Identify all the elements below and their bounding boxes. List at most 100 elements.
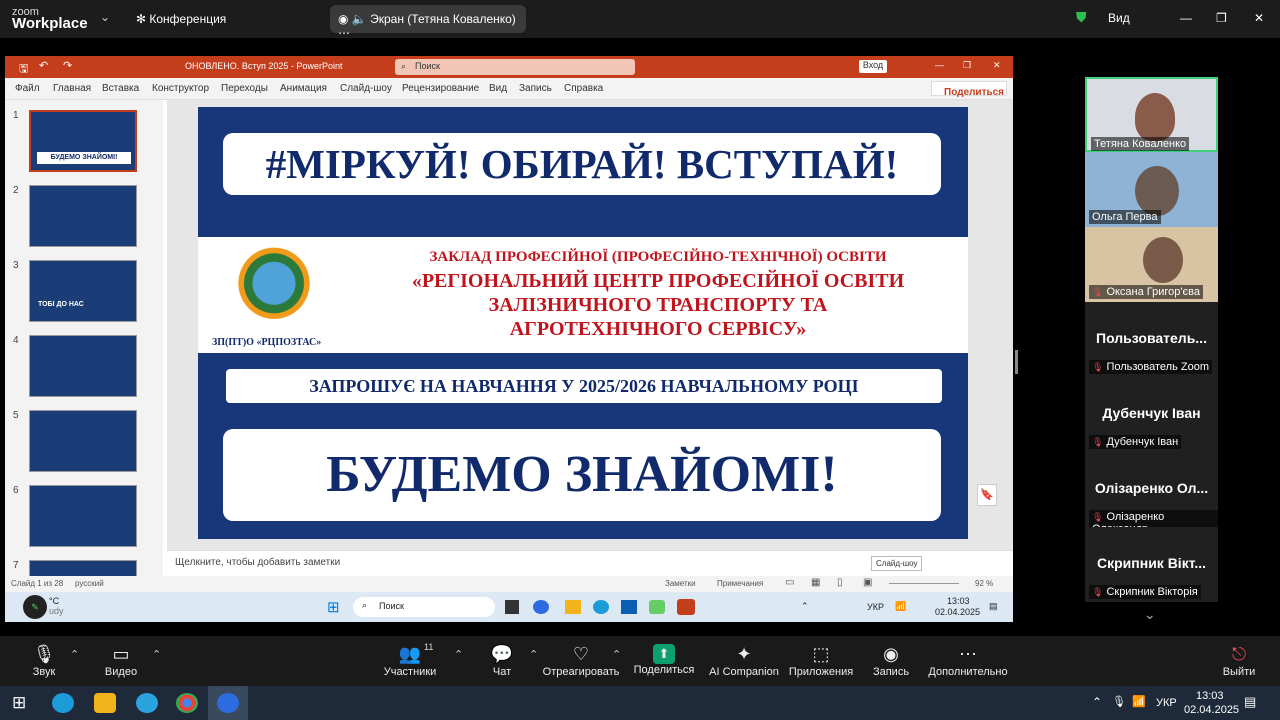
slide-thumbnail[interactable]: БУДЕМО ЗНАЙОМІ!: [29, 110, 137, 172]
chevron-down-icon[interactable]: ⌄: [100, 10, 110, 24]
ribbon-tab[interactable]: Файл: [15, 83, 40, 94]
institution-logo: [226, 241, 322, 335]
chevron-up-icon[interactable]: ⌃: [454, 648, 463, 661]
notes-toggle[interactable]: Заметки: [665, 579, 696, 588]
slide-thumbnail[interactable]: [29, 410, 137, 472]
ribbon-tab[interactable]: Слайд-шоу: [340, 83, 392, 94]
chevron-up-icon[interactable]: ⌃: [801, 601, 809, 612]
folder-icon[interactable]: [565, 600, 581, 614]
screen-share-indicator[interactable]: ◉ 🔈 Экран (Тетяна Коваленко) ⋯: [330, 5, 526, 40]
windows-icon[interactable]: ⊞: [327, 598, 340, 616]
chevron-up-icon[interactable]: ⌃: [152, 648, 161, 661]
app-icon[interactable]: [505, 600, 519, 614]
view-button[interactable]: Вид: [1108, 11, 1130, 25]
slide-number: 4: [13, 335, 19, 346]
chevron-up-icon[interactable]: ⌃: [529, 648, 538, 661]
sorter-view-icon[interactable]: ▦: [811, 577, 820, 588]
participant-tile[interactable]: Дубенчук Іван 🎙 Дубенчук Іван: [1085, 377, 1218, 452]
minimize-icon[interactable]: —: [1180, 11, 1192, 25]
institution-abbr: ЗП(ПТ)О «РЦПОЗТАС»: [212, 337, 322, 348]
more-button[interactable]: ⋯ Дополнительно: [923, 644, 1013, 678]
splitter-handle[interactable]: [1015, 350, 1018, 374]
tooltip: Слайд-шоу: [871, 556, 923, 571]
notification-icon[interactable]: ▤: [989, 601, 998, 612]
participant-title: Олізаренко Ол...: [1094, 480, 1209, 496]
normal-view-icon[interactable]: ▭: [785, 577, 794, 588]
signin-button[interactable]: Вход: [859, 60, 887, 73]
comments-toggle[interactable]: Примечания: [717, 579, 763, 588]
slide-thumbnail[interactable]: [29, 335, 137, 397]
reading-view-icon[interactable]: ▯: [837, 577, 843, 588]
chrome-icon[interactable]: [176, 693, 198, 713]
close-icon[interactable]: ✕: [993, 60, 1001, 71]
chevron-up-icon[interactable]: ⌃: [612, 648, 621, 661]
thumbnail-text: БУДЕМО ЗНАЙОМІ!: [37, 152, 131, 164]
slide-thumbnail[interactable]: [29, 185, 137, 247]
undo-icon[interactable]: ↶: [39, 59, 48, 72]
ribbon-tab[interactable]: Вставка: [102, 83, 139, 94]
close-icon[interactable]: ✕: [1254, 11, 1264, 25]
participant-name: 🎙 Оксана Григор'єва: [1089, 285, 1203, 299]
participant-tile[interactable]: Скрипник Вікт... 🎙 Скрипник Вікторія: [1085, 527, 1218, 602]
ribbon-tab[interactable]: Запись: [519, 83, 552, 94]
maximize-icon[interactable]: ❐: [963, 60, 971, 71]
save-icon[interactable]: 🖫: [19, 60, 28, 79]
participants-button[interactable]: 👥 Участники: [365, 644, 455, 678]
institution-line-4: АГРОТЕХНІЧНОГО СЕРВІСУ»: [509, 318, 807, 340]
folder-icon[interactable]: [94, 693, 116, 713]
more-icon[interactable]: ⋯: [338, 26, 350, 40]
leave-button[interactable]: ⎋ Выйти: [1194, 644, 1280, 678]
slide-thumbnail[interactable]: ТОБІ ДО НАС: [29, 260, 137, 322]
participant-video-3[interactable]: 🎙 Оксана Григор'єва: [1085, 227, 1218, 302]
muted-mic-icon: 🎙: [1092, 437, 1104, 447]
share-button[interactable]: ⬆ Поделиться: [619, 644, 709, 676]
chevron-up-icon[interactable]: ⌃: [70, 648, 79, 661]
edge-icon[interactable]: [593, 600, 609, 614]
participant-name: 🎙 Скрипник Вікторія: [1089, 585, 1201, 599]
zoom-logo: zoom Workplace: [12, 6, 88, 32]
slideshow-icon[interactable]: ▣: [863, 577, 872, 588]
ribbon-tab[interactable]: Справка: [564, 83, 603, 94]
muted-mic-icon: 🎙: [1092, 362, 1104, 372]
redo-icon[interactable]: ↷: [63, 59, 72, 72]
ribbon-tab[interactable]: Конструктор: [152, 83, 209, 94]
participant-tile[interactable]: Пользователь... 🎙 Пользователь Zoom: [1085, 302, 1218, 377]
zoom-slider[interactable]: [889, 583, 959, 584]
ribbon-tab[interactable]: Анимация: [280, 83, 327, 94]
chevron-up-icon[interactable]: ⌃: [1092, 695, 1102, 709]
pen-icon[interactable]: ✎: [23, 595, 47, 619]
share-button[interactable]: Поделиться: [931, 81, 1007, 98]
slide-thumbnails: 1 БУДЕМО ЗНАЙОМІ! 2 3 ТОБІ ДО НАС 4 5 6 7: [5, 100, 163, 622]
avatar: [1135, 166, 1179, 216]
bookmark-icon[interactable]: 🔖: [977, 484, 997, 506]
ribbon-tab[interactable]: Главная: [53, 83, 91, 94]
zoom-app-icon[interactable]: [533, 600, 549, 614]
slide-thumbnail[interactable]: [29, 485, 137, 547]
windows-icon[interactable]: ⊞: [12, 693, 26, 713]
search-box[interactable]: ⌕ Поиск: [395, 59, 635, 75]
ribbon-tab[interactable]: Рецензирование: [402, 83, 479, 94]
paw-icon: ✻: [136, 12, 150, 26]
thumbnail-text: ТОБІ ДО НАС: [38, 301, 84, 308]
notification-icon[interactable]: ▤: [1244, 694, 1256, 710]
maximize-icon[interactable]: ❐: [1216, 11, 1227, 25]
participant-video-2[interactable]: Ольга Перва: [1085, 152, 1218, 227]
zoom-top-bar: zoom Workplace ⌄ ✻ Конференция ◉ 🔈 Экран…: [0, 0, 1280, 40]
wifi-icon: 📶: [895, 601, 907, 611]
participant-tile[interactable]: Олізаренко Ол...🎙Олізаренко Олександр: [1085, 452, 1218, 536]
app-icon[interactable]: [649, 600, 665, 614]
telegram-icon[interactable]: [136, 693, 158, 713]
minimize-icon[interactable]: —: [935, 60, 944, 70]
ribbon-tab[interactable]: Вид: [489, 83, 507, 94]
chevron-down-icon[interactable]: ⌄: [1144, 606, 1156, 623]
wifi-icon: 📶: [1132, 696, 1146, 708]
ribbon-tab[interactable]: Переходы: [221, 83, 268, 94]
zoom-taskbar-button[interactable]: [208, 686, 248, 720]
taskbar-search[interactable]: ⌕ Поиск: [353, 597, 495, 617]
meeting-info-button[interactable]: ✻ Конференция: [136, 12, 226, 26]
edge-icon[interactable]: [52, 693, 74, 713]
shield-icon[interactable]: ⛊: [1076, 9, 1087, 26]
participant-video-1[interactable]: Тетяна Коваленко: [1085, 77, 1218, 152]
powerpoint-icon[interactable]: [677, 599, 695, 615]
store-icon[interactable]: [621, 600, 637, 614]
